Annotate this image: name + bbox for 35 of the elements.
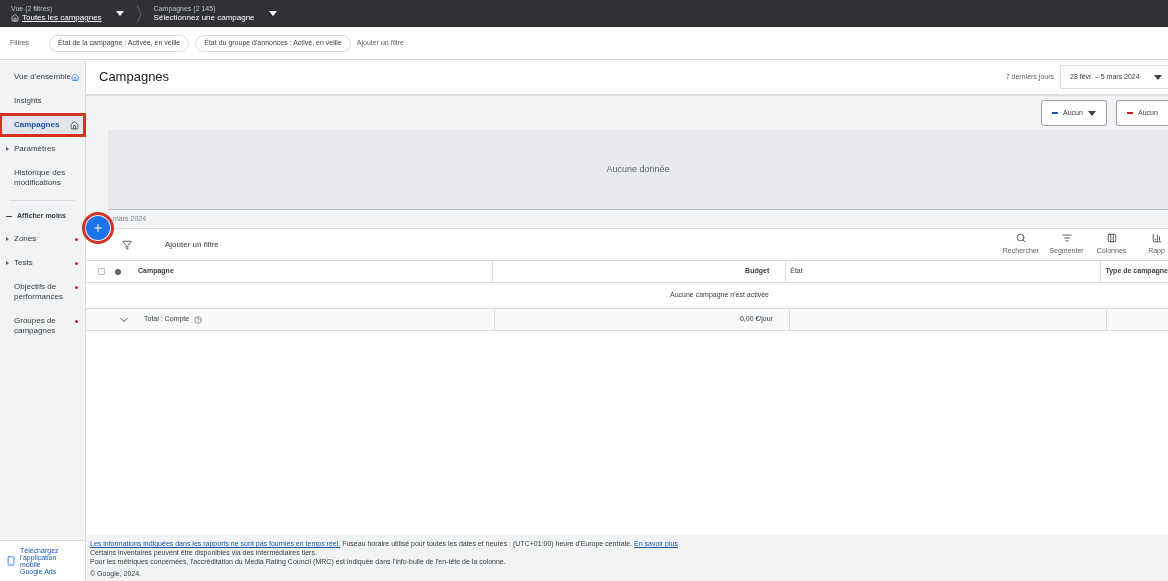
sidebar-item[interactable]: Insights (0, 90, 85, 112)
expand-arrow-icon (6, 147, 9, 151)
sidebar-item[interactable]: Groupes de campagnes (0, 309, 85, 342)
sidebar-item[interactable]: Paramètres (0, 138, 85, 160)
sidebar-item[interactable]: Objectifs de performances (0, 275, 85, 308)
toolbar-icon (1061, 232, 1072, 243)
sidebar-item[interactable]: Vue d'ensemble (0, 66, 85, 88)
expand-arrow-icon (6, 236, 9, 241)
caret-icon (268, 11, 277, 16)
page-title: Campagnes (99, 68, 170, 87)
help-icon[interactable] (194, 315, 203, 324)
view-value: Toutes les campagnes (22, 13, 102, 23)
home-icon (11, 14, 19, 22)
filter-icon (122, 239, 132, 250)
add-button[interactable] (86, 216, 110, 240)
toolbar-icon (1151, 232, 1162, 243)
plus-icon (92, 222, 104, 234)
toolbar-icon (1106, 232, 1117, 243)
dash-icon (6, 215, 12, 217)
sidebar-item[interactable]: Historique des modifications (0, 162, 85, 194)
phone-icon (6, 556, 16, 566)
no-data-message: Aucune donnée (606, 162, 670, 176)
caret-icon (1154, 74, 1162, 80)
sidebar-item[interactable]: Tests (0, 251, 85, 274)
home-icon (70, 73, 79, 82)
table-filter-field[interactable]: Ajouter un filtre (165, 238, 219, 251)
home-icon (70, 121, 79, 130)
toolbar-icon (1015, 232, 1026, 243)
caret-icon (115, 11, 124, 16)
caret-icon (1088, 110, 1096, 116)
select-all-checkbox[interactable] (98, 268, 105, 275)
campaign-value: Sélectionnez une campagne (153, 13, 255, 23)
sidebar-item[interactable]: Campagnes (0, 114, 85, 136)
chevron-separator-icon (135, 3, 142, 24)
expand-arrow-icon (6, 260, 9, 265)
